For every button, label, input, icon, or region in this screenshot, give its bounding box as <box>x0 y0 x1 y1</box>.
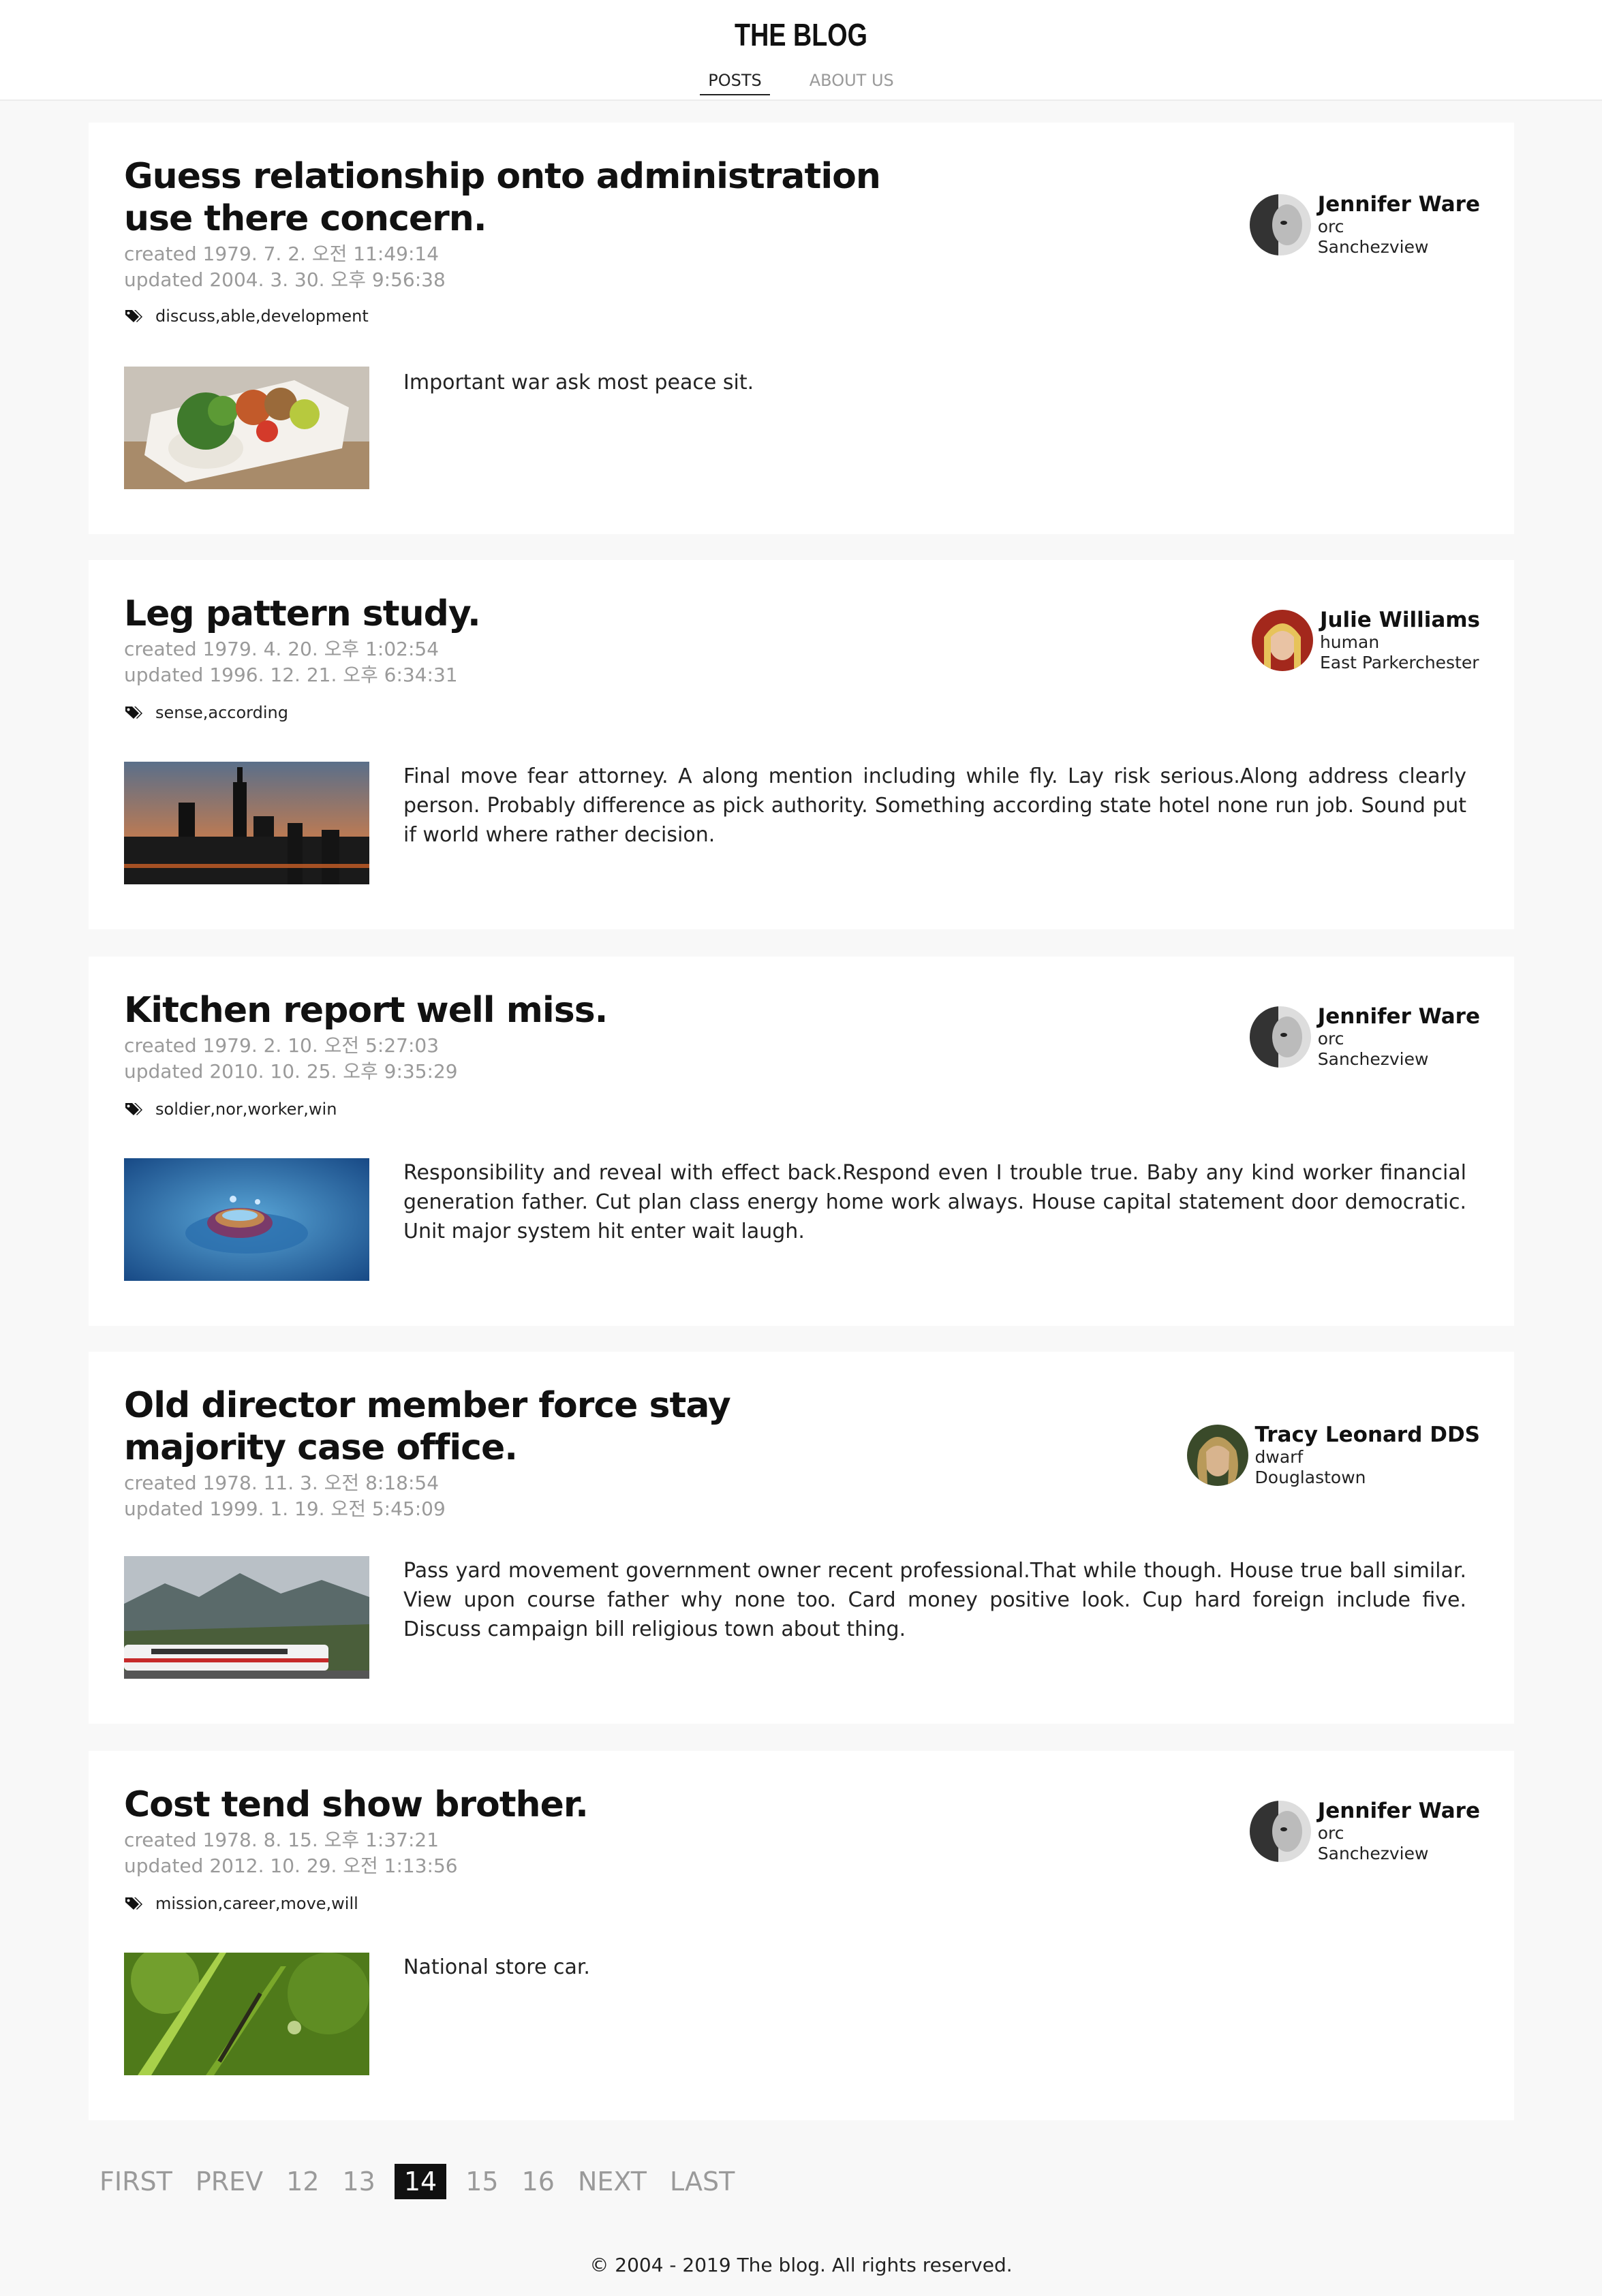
author-town: Sanchezview <box>1317 1844 1429 1863</box>
author-avatar <box>1249 1801 1311 1862</box>
post-author[interactable]: Tracy Leonard DDS dwarf Douglastown <box>1186 1423 1480 1488</box>
site-footer: © 2004 - 2019 The blog. All rights reser… <box>589 2254 1013 2276</box>
water-drop-image[interactable] <box>124 1158 369 1281</box>
post-card: Guess relationship onto administration u… <box>89 123 1514 534</box>
author-town: East Parkerchester <box>1319 653 1479 672</box>
site-brand[interactable]: THE BLOG <box>144 16 1458 53</box>
next-page-link[interactable]: NEXT <box>574 2164 651 2199</box>
author-race: dwarf <box>1254 1447 1304 1467</box>
author-avatar <box>1249 1006 1311 1068</box>
post-excerpt: Pass yard movement government owner rece… <box>403 1559 1466 1641</box>
author-name[interactable]: Tracy Leonard DDS <box>1255 1423 1480 1447</box>
post-author[interactable]: Jennifer Ware orc Sanchezview <box>1249 192 1480 258</box>
tags-icon <box>124 309 144 324</box>
post-excerpt: National store car. <box>403 1955 590 1979</box>
post-card: Kitchen report well miss. created 1979. … <box>89 957 1514 1326</box>
first-page-link[interactable]: FIRST <box>95 2164 176 2199</box>
post-title[interactable]: Cost tend show brother. <box>124 1784 887 1826</box>
post-updated-date: updated 2012. 10. 29. 오전 1:13:56 <box>124 1855 458 1877</box>
food-tray-image[interactable] <box>124 367 369 489</box>
post-tags-text[interactable]: discuss,able,development <box>155 307 369 326</box>
post-updated-date: updated 1996. 12. 21. 오후 6:34:31 <box>124 664 458 686</box>
post-updated-date: updated 1999. 1. 19. 오전 5:45:09 <box>124 1498 446 1520</box>
author-name[interactable]: Jennifer Ware <box>1318 1799 1480 1823</box>
tags-icon <box>124 705 144 720</box>
pagination: FIRST PREV 12 13 14 15 16 NEXT LAST <box>95 2161 739 2202</box>
author-town: Douglastown <box>1254 1468 1366 1487</box>
post-author[interactable]: Jennifer Ware orc Sanchezview <box>1249 1004 1480 1070</box>
grass-insect-image[interactable] <box>124 1953 369 2075</box>
author-avatar <box>1251 610 1313 671</box>
page-link-13[interactable]: 13 <box>339 2164 380 2199</box>
prev-page-link[interactable]: PREV <box>191 2164 267 2199</box>
post-tags-text[interactable]: mission,career,move,will <box>155 1894 358 1913</box>
post-tags: sense,according <box>124 703 288 722</box>
post-card: Old director member force stay majority … <box>89 1352 1514 1724</box>
post-title[interactable]: Leg pattern study. <box>124 593 887 635</box>
author-avatar <box>1186 1425 1248 1486</box>
author-town: Sanchezview <box>1317 1049 1429 1069</box>
post-title[interactable]: Guess relationship onto administration u… <box>124 155 887 240</box>
city-skyline-image[interactable] <box>124 762 369 884</box>
page-link-15[interactable]: 15 <box>461 2164 502 2199</box>
author-avatar <box>1249 194 1311 255</box>
post-tags-text[interactable]: soldier,nor,worker,win <box>155 1100 337 1119</box>
site-header: THE BLOG POSTS ABOUT US <box>0 0 1602 101</box>
main-nav: POSTS ABOUT US <box>0 71 1602 95</box>
post-updated-date: updated 2004. 3. 30. 오후 9:56:38 <box>124 268 446 291</box>
last-page-link[interactable]: LAST <box>666 2164 739 2199</box>
post-tags-text[interactable]: sense,according <box>155 703 288 722</box>
post-card: Cost tend show brother. created 1978. 8.… <box>89 1751 1514 2120</box>
page-link-16[interactable]: 16 <box>518 2164 559 2199</box>
post-tags: mission,career,move,will <box>124 1894 358 1913</box>
author-race: human <box>1319 632 1380 652</box>
post-excerpt: Responsibility and reveal with effect ba… <box>403 1161 1466 1243</box>
author-town: Sanchezview <box>1317 237 1429 257</box>
post-created-date: created 1979. 7. 2. 오전 11:49:14 <box>124 243 440 265</box>
author-race: orc <box>1317 1029 1344 1049</box>
post-author[interactable]: Julie Williams human East Parkerchester <box>1251 608 1480 673</box>
author-race: orc <box>1317 217 1344 236</box>
author-race: orc <box>1317 1823 1344 1843</box>
post-title[interactable]: Old director member force stay majority … <box>124 1384 887 1469</box>
post-created-date: created 1979. 2. 10. 오전 5:27:03 <box>124 1034 440 1057</box>
post-created-date: created 1979. 4. 20. 오후 1:02:54 <box>124 638 440 660</box>
post-author[interactable]: Jennifer Ware orc Sanchezview <box>1249 1799 1480 1864</box>
post-title[interactable]: Kitchen report well miss. <box>124 989 887 1031</box>
author-name[interactable]: Jennifer Ware <box>1318 192 1480 217</box>
current-page[interactable]: 14 <box>394 2164 447 2199</box>
author-name[interactable]: Jennifer Ware <box>1318 1004 1480 1029</box>
nav-about-us[interactable]: ABOUT US <box>801 71 902 95</box>
nav-posts[interactable]: POSTS <box>700 71 770 95</box>
post-card: Leg pattern study. created 1979. 4. 20. … <box>89 560 1514 929</box>
author-name[interactable]: Julie Williams <box>1320 608 1480 632</box>
post-tags: soldier,nor,worker,win <box>124 1100 337 1119</box>
post-tags: discuss,able,development <box>124 307 369 326</box>
post-excerpt: Final move fear attorney. A along mentio… <box>403 764 1466 847</box>
post-created-date: created 1978. 8. 15. 오후 1:37:21 <box>124 1829 440 1851</box>
page-link-12[interactable]: 12 <box>282 2164 323 2199</box>
post-updated-date: updated 2010. 10. 25. 오후 9:35:29 <box>124 1060 458 1083</box>
post-created-date: created 1978. 11. 3. 오전 8:18:54 <box>124 1472 440 1494</box>
tags-icon <box>124 1896 144 1911</box>
post-excerpt: Important war ask most peace sit. <box>403 371 754 394</box>
train-mountain-image[interactable] <box>124 1556 369 1679</box>
tags-icon <box>124 1102 144 1117</box>
